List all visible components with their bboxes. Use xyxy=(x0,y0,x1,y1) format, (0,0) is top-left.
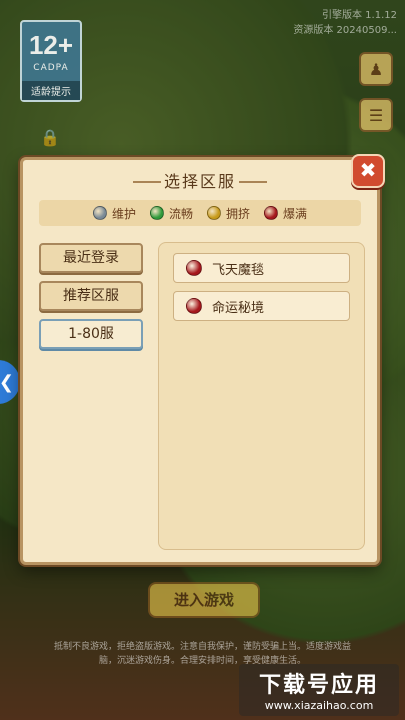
age-tip-label: 适龄提示 xyxy=(22,81,80,100)
legend-label: 维护 xyxy=(111,206,136,221)
legend-item-full: 爆满 xyxy=(264,205,307,222)
status-dot-icon xyxy=(207,206,221,220)
resource-version: 资源版本 20240509... xyxy=(293,25,397,36)
legend-label: 拥挤 xyxy=(226,206,251,221)
dialog-title: 选择区服 xyxy=(163,172,236,191)
status-dot-icon xyxy=(149,206,164,220)
status-dot-icon xyxy=(186,260,202,276)
version-info: 引擎版本 1.1.12 资源版本 20240509... xyxy=(293,8,397,38)
server-select-dialog: 选择区服 ✖ 维护 流畅 拥挤 爆满 最近登录 推荐区服 1-80服 飞天魔毯 xyxy=(20,154,385,565)
legend-label: 流畅 xyxy=(168,206,193,221)
title-decoration-right xyxy=(239,181,267,183)
server-item-mingyun[interactable]: 命运秘境 xyxy=(173,291,350,321)
watermark-title: 下载号应用 xyxy=(258,673,379,698)
legend-item-maintenance: 维护 xyxy=(92,205,136,222)
legend-item-busy: 拥挤 xyxy=(207,205,250,222)
status-dot-icon xyxy=(186,298,202,314)
status-dot-icon xyxy=(264,206,279,220)
server-name: 命运秘境 xyxy=(212,300,265,316)
scroll-icon: ☰ xyxy=(368,105,384,125)
server-item-feitian[interactable]: 飞天魔毯 xyxy=(173,253,350,283)
lock-icon: 🔒 xyxy=(40,128,60,147)
age-rating-badge[interactable]: 12+ CADPA 适龄提示 xyxy=(20,20,82,102)
age-rating: 12+ xyxy=(28,30,74,60)
legend-item-smooth: 流畅 xyxy=(149,205,193,222)
close-button[interactable]: ✖ xyxy=(351,154,385,188)
person-icon: ♟ xyxy=(368,59,384,79)
status-legend: 维护 流畅 拥挤 爆满 xyxy=(39,200,361,226)
profile-button[interactable]: ♟ xyxy=(359,52,393,86)
legend-label: 爆满 xyxy=(283,206,308,221)
server-group-tabs: 最近登录 推荐区服 1-80服 xyxy=(39,243,145,357)
tab-recommended[interactable]: 推荐区服 xyxy=(39,281,143,311)
chevron-left-icon: ❮ xyxy=(0,371,14,393)
tab-server-range[interactable]: 1-80服 xyxy=(39,319,143,349)
server-name: 飞天魔毯 xyxy=(212,262,265,278)
notice-button[interactable]: ☰ xyxy=(359,98,393,132)
enter-game-button[interactable]: 进入游戏 xyxy=(148,582,260,618)
watermark-url: www.xiazaihao.com xyxy=(264,699,374,712)
server-list: 飞天魔毯 命运秘境 xyxy=(158,242,365,550)
engine-version: 引擎版本 1.1.12 xyxy=(322,10,397,21)
status-dot-icon xyxy=(92,206,107,220)
rating-org: CADPA xyxy=(33,63,69,73)
close-icon: ✖ xyxy=(359,158,377,182)
tab-recent-login[interactable]: 最近登录 xyxy=(39,243,143,273)
watermark-logo: 下载号应用 www.xiazaihao.com xyxy=(239,664,399,716)
